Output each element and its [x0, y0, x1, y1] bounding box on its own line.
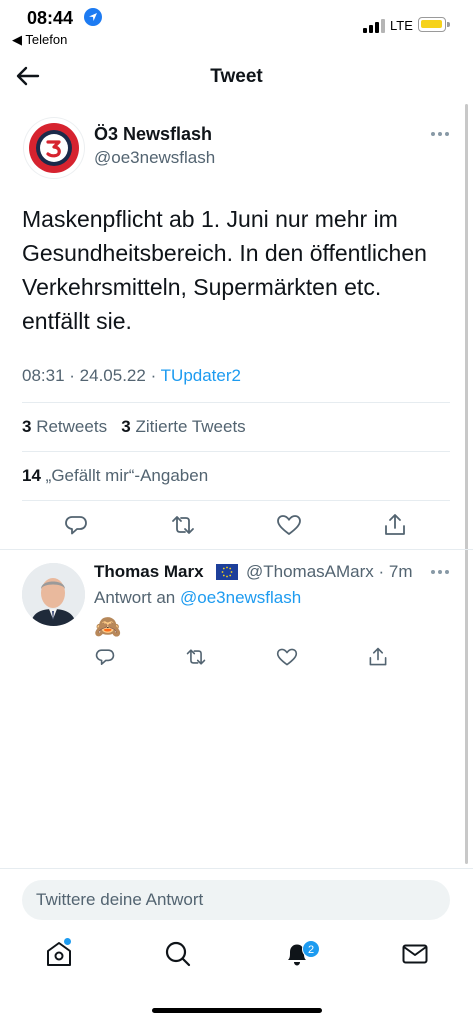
notifications-badge: 2 [302, 940, 320, 958]
status-bar: 08:44 ◀ Telefon LTE [0, 0, 473, 52]
share-icon[interactable] [382, 512, 408, 538]
tweet-date: 24.05.22 [79, 366, 146, 385]
mail-icon[interactable] [400, 939, 430, 969]
author-name[interactable]: Ö3 Newsflash [94, 124, 212, 145]
retweets-link[interactable]: 3 Retweets [22, 417, 107, 436]
reply-actions [0, 646, 473, 676]
likes-count: 14 [22, 466, 41, 485]
reply-avatar[interactable] [22, 563, 85, 626]
reply-handle-text[interactable]: @ThomasAMarx [246, 562, 374, 581]
person-photo [22, 563, 85, 626]
author-avatar[interactable] [24, 118, 84, 178]
retweet-icon[interactable] [185, 646, 207, 668]
divider [22, 500, 450, 501]
divider [0, 868, 473, 869]
reply-more-icon[interactable] [431, 570, 453, 576]
status-time: 08:44 [27, 8, 74, 28]
author-handle[interactable]: @oe3newsflash [94, 148, 215, 168]
home-unread-dot [64, 938, 71, 945]
location-arrow-icon [84, 8, 102, 26]
tab-bar [0, 935, 473, 985]
page-title: Tweet [210, 66, 263, 87]
eu-flag-icon [216, 564, 238, 580]
quotes-label: Zitierte Tweets [135, 417, 246, 436]
like-icon[interactable] [276, 512, 302, 538]
battery-icon [418, 17, 450, 32]
reply-icon[interactable] [94, 646, 116, 668]
quotes-link[interactable]: 3 Zitierte Tweets [121, 417, 245, 436]
reply-age: 7m [388, 562, 413, 581]
like-icon[interactable] [276, 646, 298, 668]
reply-icon[interactable] [63, 512, 89, 538]
likes-link[interactable]: 14 „Gefällt mir“-Angaben [22, 466, 208, 486]
reply-text: 🙈 [94, 614, 122, 639]
search-icon[interactable] [163, 939, 193, 969]
divider [22, 451, 450, 452]
tweet-source-link[interactable]: TUpdater2 [161, 366, 241, 385]
home-indicator[interactable] [152, 1008, 322, 1013]
divider [22, 402, 450, 403]
oe3-logo-icon [29, 123, 79, 173]
tweet-text: Maskenpflicht ab 1. Juni nur mehr im Ges… [22, 206, 427, 334]
tweet-time: 08:31 [22, 366, 65, 385]
retweets-count: 3 [22, 417, 32, 436]
likes-label: „Gefällt mir“-Angaben [45, 466, 209, 485]
network-type: LTE [390, 18, 413, 33]
nav-bar: Tweet [0, 52, 473, 100]
more-icon[interactable] [431, 132, 453, 138]
reply-compose-placeholder: Twittere deine Antwort [36, 890, 204, 909]
quotes-count: 3 [121, 417, 131, 436]
retweet-icon[interactable] [170, 512, 196, 538]
reply-prefix: Antwort an [94, 588, 176, 607]
share-icon[interactable] [367, 646, 389, 668]
reply-author-handle: @ThomasAMarx · 7m [246, 562, 413, 581]
scrollbar[interactable] [465, 104, 468, 864]
signal-icon [363, 19, 385, 33]
reply-mention-link[interactable]: @oe3newsflash [180, 588, 301, 607]
divider [0, 549, 473, 550]
back-to-app-link[interactable]: ◀ Telefon [12, 32, 67, 48]
retweets-label: Retweets [36, 417, 108, 436]
retweet-stats: 3 Retweets 3 Zitierte Tweets [22, 417, 246, 437]
tweet-actions [0, 512, 473, 542]
reply-author-name[interactable]: Thomas Marx [94, 562, 204, 582]
reply-compose-input[interactable]: Twittere deine Antwort [22, 880, 450, 920]
reply-context: Antwort an @oe3newsflash [94, 588, 301, 608]
tweet-meta: 08:31 · 24.05.22 · TUpdater2 [22, 366, 241, 385]
